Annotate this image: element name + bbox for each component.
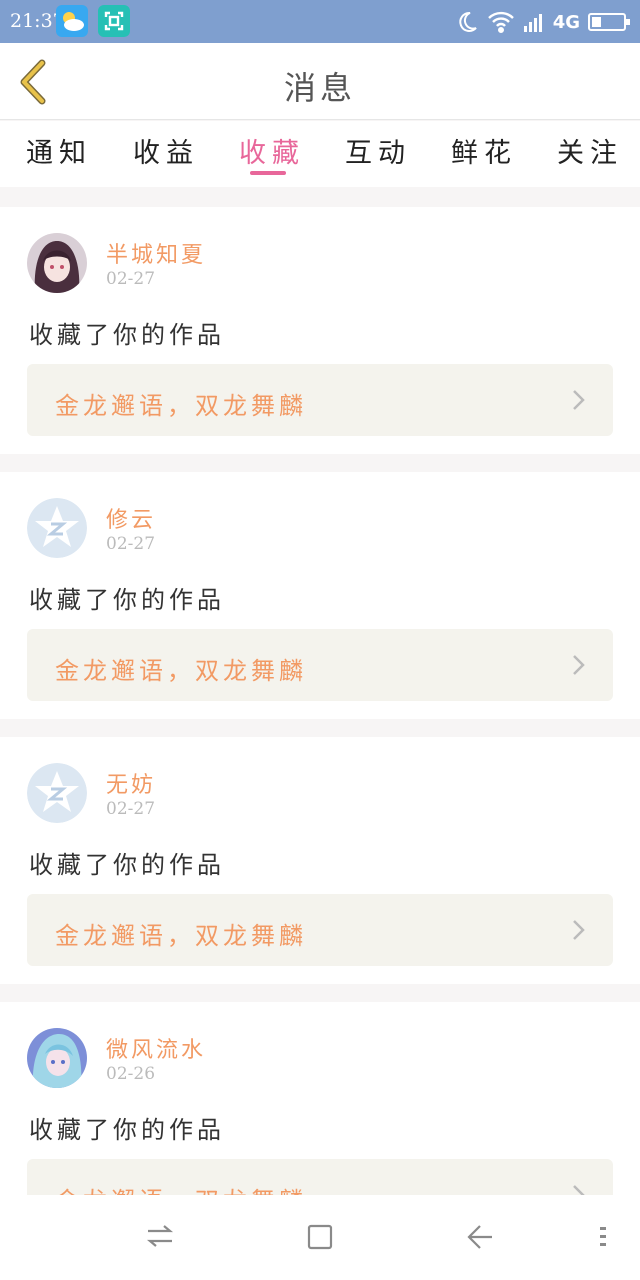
chevron-right-icon (573, 390, 585, 410)
switch-apps-icon[interactable] (146, 1223, 174, 1249)
work-link[interactable]: 金龙邂语，双龙舞麟 (27, 629, 613, 701)
signal-icon (523, 14, 542, 32)
avatar[interactable] (27, 1028, 87, 1088)
tab-notice[interactable]: 通知 (26, 131, 92, 170)
top-nav-bar: 消息 (0, 43, 640, 120)
username[interactable]: 半城知夏 (106, 237, 206, 269)
work-title: 金龙邂语，双龙舞麟 (55, 657, 307, 685)
tab-bar: 通知 收益 收藏 互动 鲜花 关注 (0, 121, 640, 187)
work-title: 金龙邂语，双龙舞麟 (55, 1181, 307, 1195)
system-nav-bar (0, 1195, 640, 1280)
work-link[interactable]: 金龙邂语，双龙舞麟 (27, 1159, 613, 1195)
message-action: 收藏了你的作品 (29, 851, 225, 879)
moon-icon (459, 11, 477, 32)
username[interactable]: 微风流水 (106, 1032, 206, 1064)
status-bar: 21:37 4G (0, 0, 640, 43)
tab-earnings[interactable]: 收益 (133, 131, 199, 170)
message-action: 收藏了你的作品 (29, 321, 225, 349)
work-title: 金龙邂语，双龙舞麟 (55, 392, 307, 420)
weather-app-icon (56, 5, 88, 37)
page-title: 消息 (283, 69, 356, 107)
message-action: 收藏了你的作品 (29, 1116, 225, 1144)
battery-icon (588, 13, 630, 31)
work-link[interactable]: 金龙邂语，双龙舞麟 (27, 364, 613, 436)
avatar[interactable] (27, 498, 87, 558)
avatar[interactable] (27, 233, 87, 293)
message-date: 02-27 (106, 534, 156, 554)
message-date: 02-26 (106, 1064, 156, 1084)
network-type: 4G (552, 11, 580, 33)
wifi-icon (487, 11, 514, 33)
message-card: 半城知夏 02-27 收藏了你的作品 金龙邂语，双龙舞麟 (0, 207, 640, 454)
tab-interaction[interactable]: 互动 (345, 131, 411, 170)
message-date: 02-27 (106, 269, 156, 289)
username[interactable]: 无妨 (106, 767, 156, 799)
message-card: 修云 02-27 收藏了你的作品 金龙邂语，双龙舞麟 (0, 472, 640, 719)
message-card: 微风流水 02-26 收藏了你的作品 金龙邂语，双龙舞麟 (0, 1002, 640, 1195)
username[interactable]: 修云 (106, 502, 156, 534)
message-card: 无妨 02-27 收藏了你的作品 金龙邂语，双龙舞麟 (0, 737, 640, 984)
avatar[interactable] (27, 763, 87, 823)
menu-icon[interactable] (598, 1223, 608, 1251)
chevron-right-icon (573, 1185, 585, 1195)
work-link[interactable]: 金龙邂语，双龙舞麟 (27, 894, 613, 966)
active-tab-indicator (250, 171, 286, 175)
home-icon[interactable] (306, 1223, 334, 1251)
back-nav-icon[interactable] (466, 1223, 494, 1251)
tab-favorites[interactable]: 收藏 (239, 131, 305, 170)
chevron-right-icon (573, 920, 585, 940)
chevron-right-icon (573, 655, 585, 675)
message-list: 半城知夏 02-27 收藏了你的作品 金龙邂语，双龙舞麟 修云 02-27 收藏… (0, 207, 640, 1195)
message-date: 02-27 (106, 799, 156, 819)
scanner-app-icon (98, 5, 130, 37)
status-right-group: 4G (455, 8, 630, 36)
tab-flowers[interactable]: 鲜花 (451, 131, 517, 170)
message-action: 收藏了你的作品 (29, 586, 225, 614)
tab-follow[interactable]: 关注 (557, 131, 623, 170)
work-title: 金龙邂语，双龙舞麟 (55, 922, 307, 950)
